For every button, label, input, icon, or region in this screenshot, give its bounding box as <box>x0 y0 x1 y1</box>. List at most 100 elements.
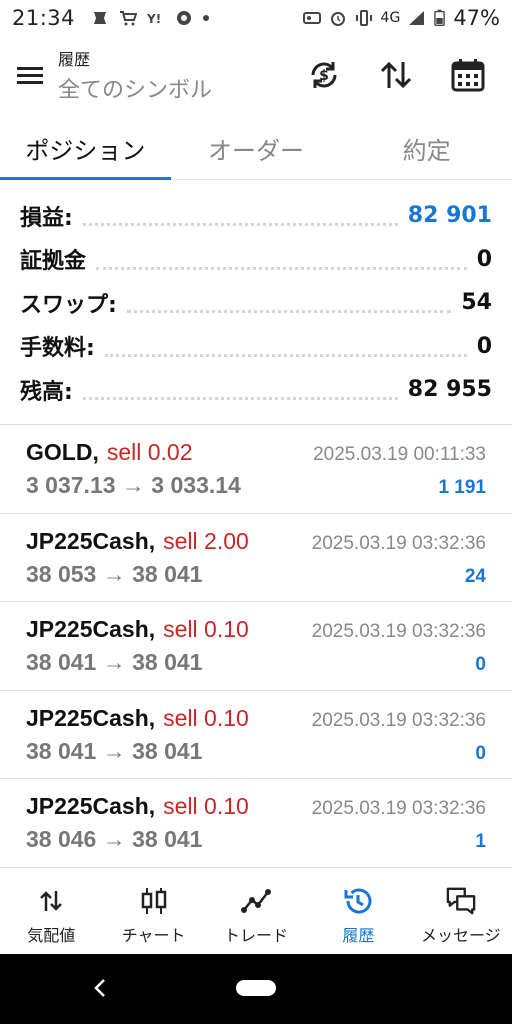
summary-label: 手数料: <box>20 336 95 362</box>
summary-value: 54 <box>461 290 492 316</box>
dotted-leader <box>96 266 467 270</box>
title-block[interactable]: 履歴 全てのシンボル <box>58 46 212 104</box>
deal-row[interactable]: GOLD, sell 0.02 2025.03.19 00:11:33 3 03… <box>0 425 512 514</box>
quotes-icon <box>36 886 66 916</box>
summary-label: 証拠金 <box>20 249 87 275</box>
messages-icon <box>446 886 476 916</box>
dotted-leader <box>82 397 398 401</box>
cart-icon <box>120 11 138 26</box>
tab-positions[interactable]: ポジション <box>0 118 171 180</box>
system-icons: 4G 47% <box>302 6 500 30</box>
calendar-icon <box>451 59 485 92</box>
summary-value: 82 955 <box>407 377 492 403</box>
summary-value: 0 <box>476 333 492 359</box>
signal-icon <box>409 11 425 25</box>
trade-icon <box>241 886 272 916</box>
app-bar: 履歴 全てのシンボル $ <box>0 40 512 110</box>
deal-prices: 38 041 → 38 041 <box>26 649 203 675</box>
nav-history[interactable]: 履歴 <box>307 878 409 954</box>
nav-quotes[interactable]: 気配値 <box>0 878 102 954</box>
dotted-leader <box>104 353 467 357</box>
deal-time: 2025.03.19 03:32:36 <box>311 709 486 731</box>
nav-chart[interactable]: チャート <box>102 878 204 954</box>
network-type: 4G <box>380 10 401 26</box>
system-back-button[interactable] <box>86 974 114 1002</box>
status-bar: 21:34 Y! 4G 47% <box>0 0 512 36</box>
deal-time: 2025.03.19 03:32:36 <box>311 532 486 554</box>
nav-label: 履歴 <box>342 926 375 945</box>
nav-label: 気配値 <box>27 926 76 945</box>
deal-symbol: GOLD, <box>26 439 99 465</box>
deal-time: 2025.03.19 03:32:36 <box>311 621 486 642</box>
bottom-navigation: 気配値 チャート トレード 履歴 メッセージ <box>0 878 512 954</box>
deal-side: sell 0.02 <box>106 439 193 465</box>
deal-prices: 38 041 → 38 041 <box>26 737 203 764</box>
nav-label: トレード <box>224 926 289 945</box>
tab-orders[interactable]: オーダー <box>171 118 342 179</box>
nav-messages[interactable]: メッセージ <box>410 878 512 954</box>
deal-profit: 0 <box>475 654 486 675</box>
nav-label: メッセージ <box>420 926 501 945</box>
vpn-key-icon <box>302 12 321 24</box>
battery-percent: 47% <box>453 6 500 30</box>
vibrate-icon <box>355 10 372 26</box>
nav-label: チャート <box>121 926 186 945</box>
summary-row-commission: 手数料: 0 <box>0 325 512 369</box>
deal-side: sell 2.00 <box>163 527 249 554</box>
deal-prices: 38 053 → 38 041 <box>26 560 203 587</box>
summary-value: 0 <box>476 246 492 272</box>
deal-row[interactable]: JP225Cash, sell 0.10 2025.03.19 03:32:36… <box>0 602 512 691</box>
deal-side: sell 0.10 <box>163 793 249 819</box>
svg-text:Y!: Y! <box>147 12 161 26</box>
nav-trade[interactable]: トレード <box>205 878 307 954</box>
history-icon <box>343 886 373 916</box>
appbar-actions: $ <box>298 49 494 101</box>
yahoo-icon: Y! <box>147 12 161 26</box>
summary-row-swap: スワップ: 54 <box>0 281 512 325</box>
summary-row-balance: 残高: 82 955 <box>0 368 512 412</box>
battery-icon <box>434 9 446 27</box>
summary-value: 82 901 <box>407 203 492 229</box>
alarm-icon <box>330 12 345 26</box>
summary-label: スワップ: <box>20 292 117 318</box>
system-home-pill[interactable] <box>236 980 276 996</box>
more-notifications-icon <box>203 15 210 21</box>
deal-side: sell 0.10 <box>163 704 249 731</box>
deal-profit: 1 191 <box>438 477 486 498</box>
deal-profit: 24 <box>464 565 486 587</box>
deal-profit: 1 <box>475 831 486 852</box>
app-notification-icon <box>94 12 107 24</box>
tab-deals[interactable]: 約定 <box>341 118 512 179</box>
status-time: 21:34 <box>12 6 76 30</box>
deal-profit: 0 <box>475 742 486 764</box>
deal-symbol: JP225Cash, <box>26 527 156 554</box>
deal-list: GOLD, sell 0.02 2025.03.19 00:11:33 3 03… <box>0 425 512 868</box>
deal-symbol: JP225Cash, <box>26 793 156 819</box>
sort-icon <box>380 61 412 89</box>
deal-row[interactable]: JP225Cash, sell 0.10 2025.03.19 03:32:36… <box>0 691 512 779</box>
summary-row-profit: 損益: 82 901 <box>0 194 512 238</box>
menu-icon <box>17 67 43 84</box>
dotted-leader <box>82 223 398 227</box>
summary-label: 残高: <box>20 379 73 405</box>
currency-sync-button[interactable]: $ <box>298 49 350 101</box>
history-tabs: ポジション オーダー 約定 <box>0 118 512 180</box>
chart-candles-icon <box>139 886 169 916</box>
deal-symbol: JP225Cash, <box>26 616 156 642</box>
deal-prices: 38 046 → 38 041 <box>26 826 203 852</box>
deal-symbol: JP225Cash, <box>26 704 156 731</box>
deal-row[interactable]: JP225Cash, sell 2.00 2025.03.19 03:32:36… <box>0 514 512 602</box>
system-navigation-bar <box>0 954 512 1024</box>
deal-row[interactable]: JP225Cash, sell 0.10 2025.03.19 03:32:36… <box>0 779 512 868</box>
currency-sync-icon: $ <box>311 62 337 88</box>
sort-button[interactable] <box>370 49 422 101</box>
notification-icons: Y! <box>91 10 210 26</box>
chrome-icon <box>177 11 192 25</box>
page-title: 履歴 <box>58 50 91 69</box>
menu-button[interactable] <box>2 47 58 103</box>
deal-time: 2025.03.19 03:32:36 <box>311 798 486 819</box>
summary-panel: 損益: 82 901 証拠金 0 スワップ: 54 手数料: 0 残高: 82 … <box>0 194 512 412</box>
summary-label: 損益: <box>20 205 73 231</box>
calendar-button[interactable] <box>442 49 494 101</box>
deal-prices: 3 037.13 → 3 033.14 <box>26 472 241 498</box>
